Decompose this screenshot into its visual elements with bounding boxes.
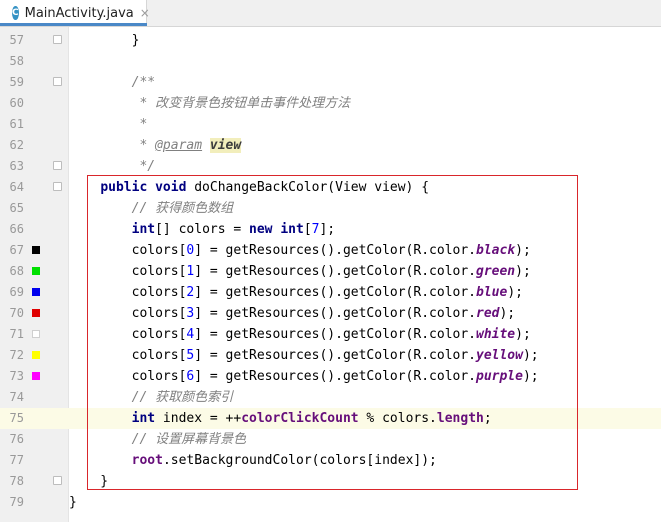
code-line[interactable]: 79} (0, 492, 661, 513)
line-number[interactable]: 69 (0, 282, 24, 303)
fold-marker-icon[interactable] (53, 35, 62, 44)
fold-marker-icon[interactable] (53, 182, 62, 191)
color-swatch-icon[interactable] (32, 246, 40, 254)
code-line[interactable]: 58 (0, 51, 661, 72)
code-text[interactable]: } (69, 30, 140, 51)
line-number[interactable]: 75 (0, 408, 24, 429)
line-number[interactable]: 73 (0, 366, 24, 387)
line-number[interactable]: 76 (0, 429, 24, 450)
code-token: @param (155, 138, 203, 153)
code-text[interactable]: } (69, 492, 77, 513)
code-line[interactable]: 57 } (0, 30, 661, 51)
code-text[interactable]: * @param view (69, 135, 242, 156)
color-swatch-icon[interactable] (32, 330, 40, 338)
tab-label: MainActivity.java (24, 5, 134, 21)
code-text[interactable]: */ (69, 156, 155, 177)
line-number[interactable]: 57 (0, 30, 24, 51)
line-number[interactable]: 62 (0, 135, 24, 156)
line-number[interactable]: 63 (0, 156, 24, 177)
line-number[interactable]: 67 (0, 240, 24, 261)
line-number[interactable]: 71 (0, 324, 24, 345)
method-highlight-box (87, 175, 578, 490)
code-token: * 改变背景色按钮单击事件处理方法 (131, 96, 351, 111)
line-number[interactable]: 72 (0, 345, 24, 366)
code-line[interactable]: 62 * @param view (0, 135, 661, 156)
close-icon[interactable]: × (140, 6, 150, 20)
color-swatch-icon[interactable] (32, 267, 40, 275)
code-line[interactable]: 60 * 改变背景色按钮单击事件处理方法 (0, 93, 661, 114)
line-number[interactable]: 78 (0, 471, 24, 492)
color-swatch-icon[interactable] (32, 372, 40, 380)
color-swatch-icon[interactable] (32, 351, 40, 359)
code-line[interactable]: 63 */ (0, 156, 661, 177)
code-text[interactable]: * 改变背景色按钮单击事件处理方法 (69, 93, 350, 114)
line-number[interactable]: 74 (0, 387, 24, 408)
code-line[interactable]: 59 /** (0, 72, 661, 93)
line-number[interactable]: 59 (0, 72, 24, 93)
line-number[interactable]: 60 (0, 93, 24, 114)
color-swatch-icon[interactable] (32, 288, 40, 296)
code-token: */ (131, 159, 156, 174)
fold-marker-icon[interactable] (53, 161, 62, 170)
code-text[interactable]: /** (69, 72, 155, 93)
code-token: /** (131, 75, 156, 90)
line-number[interactable]: 64 (0, 177, 24, 198)
line-number[interactable]: 79 (0, 492, 24, 513)
code-token: view (209, 138, 242, 153)
editor-tab-bar: C MainActivity.java × (0, 0, 661, 27)
line-number[interactable]: 61 (0, 114, 24, 135)
code-token: } (69, 495, 77, 510)
code-text[interactable]: * (69, 114, 147, 135)
line-number[interactable]: 70 (0, 303, 24, 324)
java-class-icon: C (12, 6, 19, 20)
code-token: * (131, 117, 148, 132)
fold-marker-icon[interactable] (53, 476, 62, 485)
code-token: * (131, 138, 156, 153)
code-token: } (69, 33, 140, 48)
fold-marker-icon[interactable] (53, 77, 62, 86)
line-number[interactable]: 66 (0, 219, 24, 240)
color-swatch-icon[interactable] (32, 309, 40, 317)
line-number[interactable]: 58 (0, 51, 24, 72)
line-number[interactable]: 77 (0, 450, 24, 471)
line-number[interactable]: 65 (0, 198, 24, 219)
line-number[interactable]: 68 (0, 261, 24, 282)
code-line[interactable]: 61 * (0, 114, 661, 135)
active-tab-indicator (0, 23, 147, 26)
tab-main-activity[interactable]: C MainActivity.java × (0, 0, 150, 26)
